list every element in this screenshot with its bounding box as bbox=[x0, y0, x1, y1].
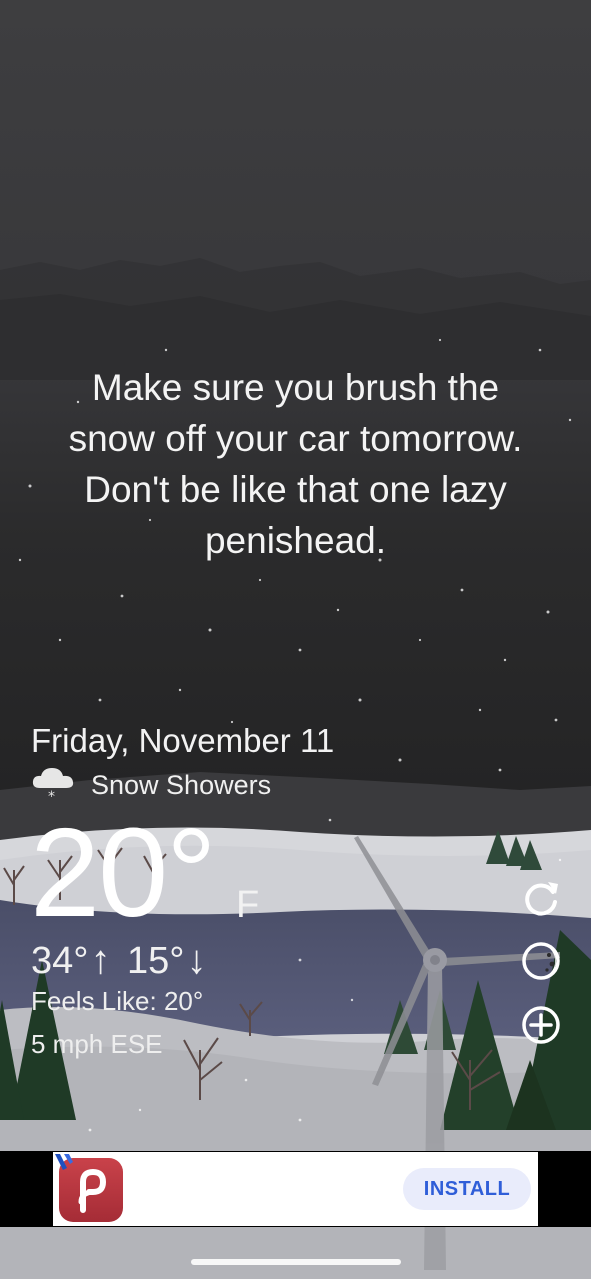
refresh-icon[interactable] bbox=[520, 876, 562, 918]
ad-banner[interactable]: INSTALL bbox=[53, 1152, 538, 1226]
arrow-up-icon: ↑ bbox=[90, 938, 111, 982]
feels-like: Feels Like: 20° bbox=[31, 986, 204, 1016]
moon-icon[interactable] bbox=[520, 940, 562, 982]
add-icon[interactable] bbox=[520, 1004, 562, 1046]
message-line: Don't be like that one lazy bbox=[84, 469, 507, 510]
high-low-temps: 34°↑ 15°↓ bbox=[31, 938, 213, 983]
weather-message: Make sure you brush the snow off your ca… bbox=[20, 362, 571, 566]
ad-choices-icon[interactable] bbox=[55, 1154, 77, 1172]
message-line: penishead. bbox=[204, 520, 387, 561]
current-temperature: 20° bbox=[30, 802, 217, 943]
message-line: snow off your car tomorrow. bbox=[68, 418, 523, 459]
home-indicator[interactable] bbox=[191, 1259, 401, 1265]
condition-text: Snow Showers bbox=[91, 770, 272, 800]
temperature-unit: F bbox=[236, 884, 260, 926]
arrow-down-icon: ↓ bbox=[186, 938, 207, 982]
forecast-date: Friday, November 11 bbox=[31, 722, 335, 759]
install-button[interactable]: INSTALL bbox=[403, 1168, 531, 1210]
high-temp: 34° bbox=[31, 940, 89, 982]
cloud-snow-icon: * bbox=[32, 768, 74, 804]
background-scene bbox=[0, 0, 591, 1279]
wind-speed: 5 mph ESE bbox=[31, 1029, 163, 1059]
low-temp: 15° bbox=[127, 940, 185, 982]
message-line: Make sure you brush the bbox=[91, 367, 500, 408]
